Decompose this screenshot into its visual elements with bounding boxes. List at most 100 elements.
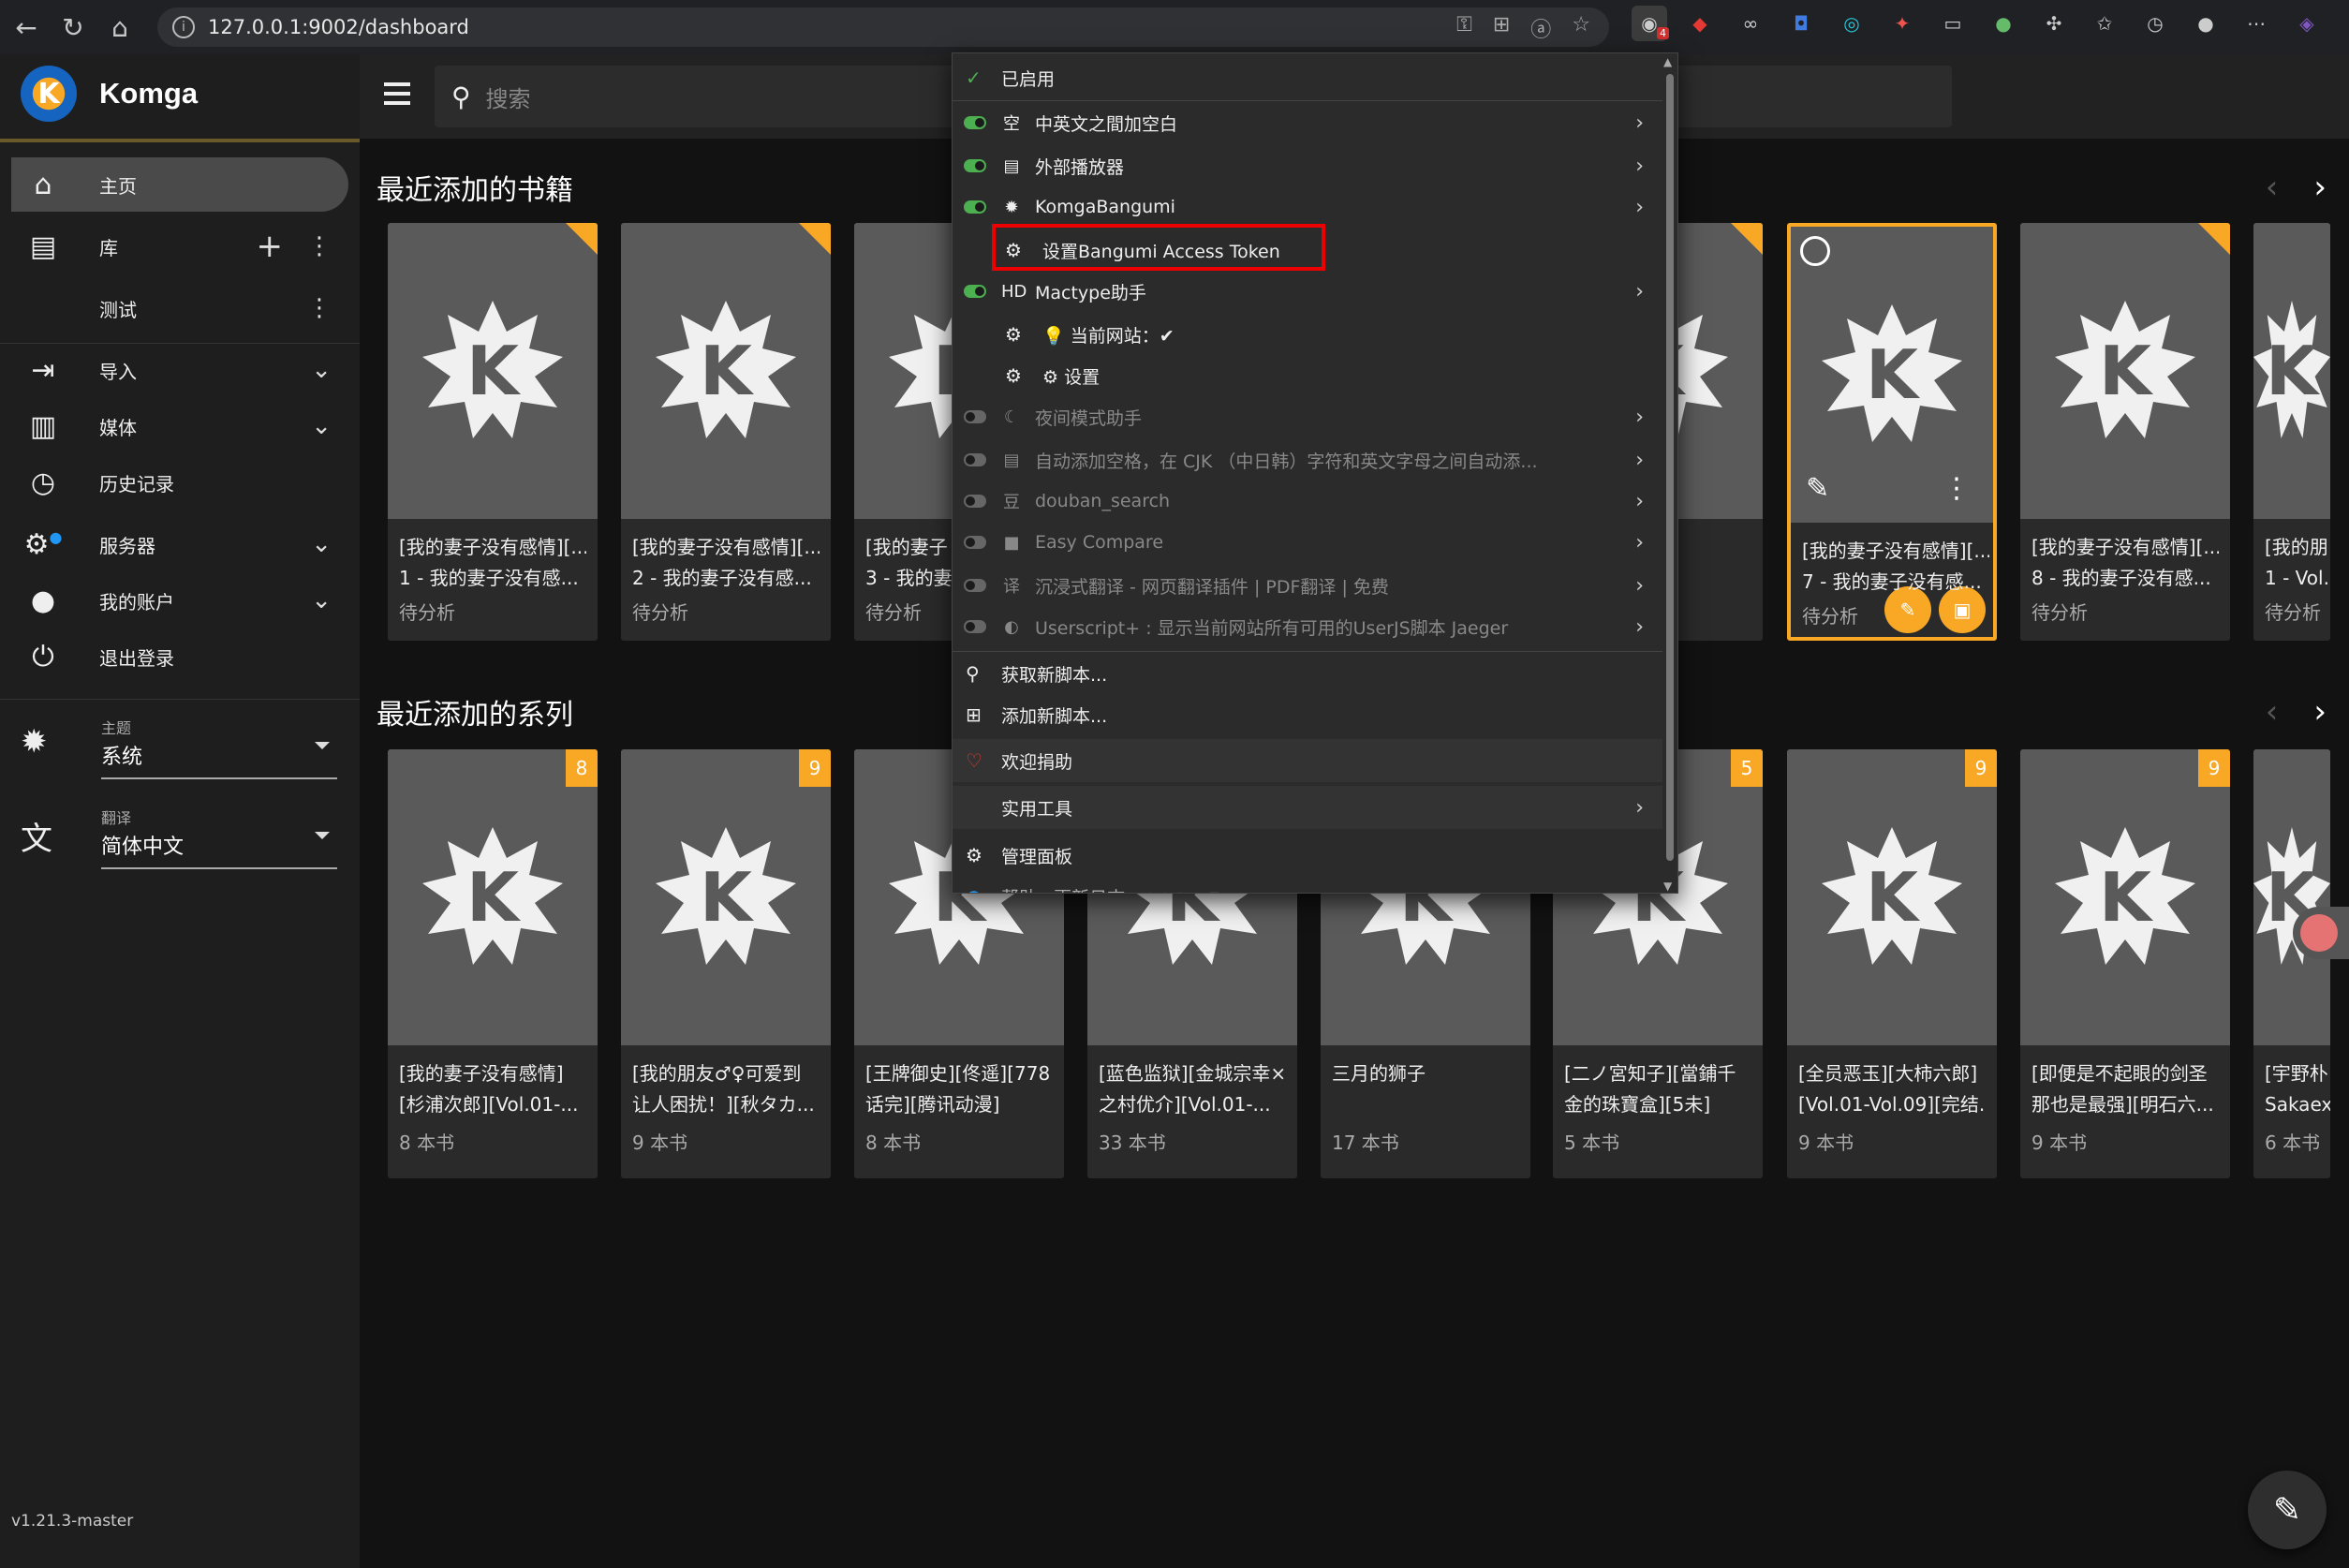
sidebar-item-account[interactable]: ● 我的账户 ⌄ [11,573,348,628]
sidebar-item-server[interactable]: ⚙● 服务器 ⌄ [11,517,348,571]
book-cover[interactable]: K [2253,223,2330,519]
floating-translate-button[interactable] [2293,907,2349,959]
chevron-left-icon[interactable]: ‹ [2266,169,2279,206]
more-vert-icon[interactable]: ⋮ [307,232,332,260]
book-card[interactable]: K [我的妻子没有感情][... 2 - 我的妻子没有感... 待分析 [621,223,831,641]
colorful-circle-icon[interactable]: ◎ [1834,6,1869,41]
brand[interactable]: K Komga [21,66,198,122]
series-card[interactable]: K [宇野朴 Sakaex 6 本书 [2253,749,2330,1178]
book-cover[interactable]: K [2020,223,2230,519]
glasses-icon[interactable]: ∞ [1733,6,1768,41]
chevron-right-icon[interactable]: › [2313,693,2327,731]
tampermonkey-extension-icon[interactable]: ◉ 4 [1632,6,1669,41]
sidebar-item-logout[interactable]: ⏻ 退出登录 [11,629,348,684]
history-browser-icon[interactable]: ◷ [2137,6,2173,41]
sidebar-item-import[interactable]: ⇥ 导入 ⌄ [11,343,348,397]
series-card[interactable]: K 9 [即便是不起眼的剑圣 那也是最强][明石六... 9 本书 [2020,749,2230,1178]
theme-select[interactable]: 主题 系统 [101,716,337,779]
tm-donate[interactable]: ♡ 欢迎捐助 [953,740,1664,781]
translate-icon[interactable]: ⓐ [1530,13,1551,43]
tm-script-item[interactable]: 空中英文之間加空白 › [953,102,1664,143]
toggle-switch[interactable] [964,620,986,633]
scrollbar-thumb[interactable] [1666,74,1674,861]
series-cover[interactable]: K [1787,749,1997,1045]
tm-help[interactable]: ● 帮助 · 更新日志 · ◎◎◎ · ▢ [953,876,1664,893]
book-card[interactable]: K [我的妻子没有感情][... 8 - 我的妻子没有感... 待分析 [2020,223,2230,641]
home-browser-icon[interactable]: ⌂ [99,7,140,48]
back-icon[interactable]: ← [6,7,47,48]
select-checkbox[interactable] [1800,236,1830,266]
book-cover[interactable]: K [388,223,598,519]
tm-enabled-toggle[interactable]: ✓ 已启用 [953,57,1664,98]
favorites-icon[interactable]: ✩ [2087,6,2122,41]
book-card[interactable]: K [我的妻子没有感情][... 1 - 我的妻子没有感... 待分析 [388,223,598,641]
sidebar-item-libraries[interactable]: ▤ 库 + ⋮ [11,219,348,274]
site-info-icon[interactable]: i [172,16,195,38]
tm-script-item[interactable]: HD Mactype助手 › [953,271,1664,312]
book-cover[interactable]: K [621,223,831,519]
series-card[interactable]: K 9 [我的朋友♂♀可爱到 让人困扰！][秋タカ... 9 本书 [621,749,831,1178]
toggle-switch[interactable] [964,116,986,129]
apps-icon[interactable]: ⊞ [1493,13,1510,43]
series-cover[interactable]: K [388,749,598,1045]
profile-avatar-icon[interactable]: ● [2188,6,2223,41]
tm-script-item[interactable]: ▤ 外部播放器 › [953,145,1664,186]
toggle-switch[interactable] [964,159,986,172]
book-card[interactable]: K [我的朋 1 - Vol.0 待分析 [2253,223,2330,641]
sidebar-item-test-library[interactable]: 测试 ⋮ [11,281,348,335]
chevron-right-icon[interactable]: › [2313,169,2327,206]
tm-script-item[interactable]: 豆 douban_search › [953,481,1664,522]
more-vert-icon[interactable]: ⋮ [1943,472,1971,505]
tm-get-new-scripts[interactable]: ⚲ 获取新脚本... [953,653,1664,694]
add-library-icon[interactable]: + [257,228,284,265]
toggle-switch[interactable] [964,410,986,423]
reload-icon[interactable]: ↻ [52,7,94,48]
tm-script-item[interactable]: 译沉浸式翻译 - 网页翻译插件 | PDF翻译 | 免费 › [953,565,1664,606]
sidebar-item-history[interactable]: ◷ 历史记录 [11,455,348,510]
tm-scrollbar[interactable]: ▲ ▼ [1662,53,1677,893]
toggle-switch[interactable] [964,285,986,298]
bitwarden-icon[interactable]: ◘ [1783,6,1819,41]
series-cover[interactable]: K [2020,749,2230,1045]
more-vert-icon[interactable]: ⋮ [307,294,332,322]
more-menu-icon[interactable]: ⋯ [2238,6,2274,41]
series-card[interactable]: K 8 [我的妻子没有感情] [杉浦次郎][Vol.01-... 8 本书 [388,749,598,1178]
scroll-up-icon[interactable]: ▲ [1663,55,1672,68]
tm-script-item[interactable]: ▤ 自动添加空格，在 CJK （中日韩）字符和英文字母之间自动添... › [953,439,1664,481]
tm-script-item[interactable]: ■ Easy Compare › [953,522,1664,563]
tm-script-item[interactable]: ☾ 夜间模式助手 › [953,396,1664,437]
series-card[interactable]: K 9 [全员恶玉][大柿六郎] [Vol.01-Vol.09][完结... 9 本书 [1787,749,1997,1178]
window-icon[interactable]: ▭ [1935,6,1971,41]
key-icon[interactable]: ⚿ [1456,13,1472,43]
tm-dashboard[interactable]: ⚙ 管理面板 [953,835,1664,876]
tm-utilities[interactable]: 实用工具 › [953,787,1664,828]
chevron-left-icon[interactable]: ‹ [2266,693,2279,731]
tm-script-item[interactable]: ✹ KomgaBangumi › [953,186,1664,228]
address-bar[interactable]: i 127.0.0.1:9002/dashboard ⚿ ⊞ ⓐ ☆ [157,7,1609,47]
toggle-switch[interactable] [964,579,986,592]
tm-add-new-script[interactable]: ⊞ 添加新脚本... [953,694,1664,735]
copilot-icon[interactable]: ◈ [2289,6,2325,41]
series-cover[interactable]: K [2253,749,2330,1045]
colorful-tool-icon[interactable]: ✦ [1884,6,1920,41]
series-cover[interactable]: K [621,749,831,1045]
sidebar-item-media[interactable]: ▥ 媒体 ⌄ [11,399,348,453]
sidebar-item-home[interactable]: ⌂ 主页 [11,157,348,212]
tm-script-item[interactable]: ◐ Userscript+ : 显示当前网站所有可用的UserJS脚本 Jaege… [953,606,1664,647]
book-card[interactable]: K ✎ ⋮ ✎ ▣ [我的妻子没有感情][... 7 - 我的妻子没有感... 待分析 [1787,223,1997,641]
toggle-switch[interactable] [964,453,986,466]
edit-fab-button[interactable]: ✎ [2248,1471,2327,1549]
tm-script-command[interactable]: ⚙ 💡 当前网站：✔ [953,314,1664,355]
puzzle-icon[interactable]: ✣ [2036,6,2072,41]
scroll-down-icon[interactable]: ▼ [1663,880,1672,893]
toggle-switch[interactable] [964,495,986,508]
menu-icon[interactable] [384,82,410,111]
toggle-switch[interactable] [964,536,986,549]
green-extension-icon[interactable]: ● [1986,6,2021,41]
ublock-icon[interactable]: ◆ [1682,6,1718,41]
language-select[interactable]: 翻译 简体中文 [101,806,337,869]
bookmark-star-icon[interactable]: ☆ [1572,13,1590,43]
tm-script-command[interactable]: ⚙ ⚙ 设置 [953,355,1664,396]
edit-pencil-icon[interactable]: ✎ [1806,472,1829,505]
toggle-switch[interactable] [964,200,986,214]
